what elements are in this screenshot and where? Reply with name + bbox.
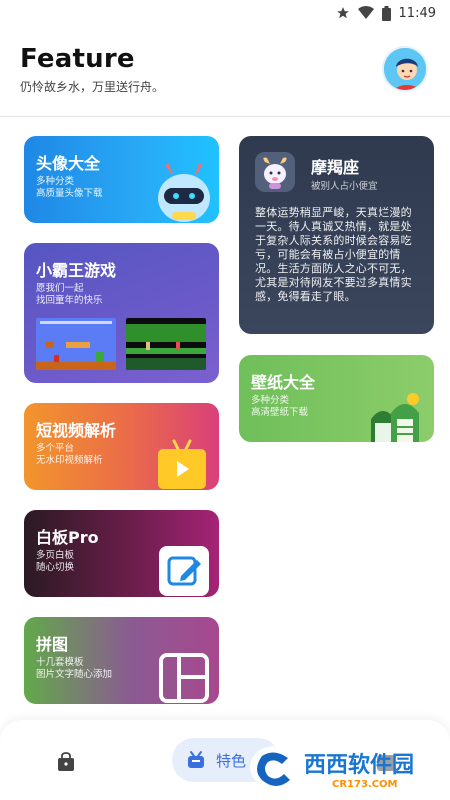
card-title: 拼图: [36, 635, 69, 654]
feature-icon: [188, 751, 204, 768]
battery-icon: [381, 5, 391, 21]
collage-card[interactable]: 拼图 十几套模板 图片文字随心添加: [24, 617, 219, 704]
card-desc-1: 多种分类: [36, 176, 75, 187]
card-desc-1: 十几套模板: [36, 657, 84, 668]
avatar-collection-card[interactable]: 头像大全 多种分类 高质量头像下载: [24, 136, 219, 223]
card-desc-1: 多页白板: [36, 550, 75, 561]
horoscope-card[interactable]: 摩羯座 被别人占小便宜 整体运势稍显严峻，天真烂漫的一天。待人真诚又热情，就是处…: [239, 136, 434, 334]
star-icon: [336, 6, 350, 20]
landscape-icon: [371, 393, 419, 442]
card-title: 白板Pro: [36, 528, 99, 547]
wallpaper-card[interactable]: 壁纸大全 多种分类 高清壁纸下载: [239, 355, 434, 442]
short-video-parser-card[interactable]: 短视频解析 多个平台 无水印视频解析: [24, 403, 219, 490]
clock-time: 11:49: [398, 5, 436, 21]
wifi-icon: [357, 6, 374, 20]
card-desc-2: 图片文字随心添加: [36, 669, 113, 680]
layout-grid-icon: [159, 653, 209, 703]
edit-icon: [159, 546, 209, 596]
card-title: 小霸王游戏: [36, 261, 117, 280]
horoscope-subtitle: 被别人占小便宜: [311, 181, 378, 192]
header: Feature 仍怜故乡水，万里送行舟。: [20, 44, 164, 95]
header-divider: [0, 116, 450, 117]
tab-feature-label: 特色: [216, 751, 247, 770]
contra-screenshot: [126, 318, 206, 370]
watermark-logo: 西西软件园 CR173.COM: [248, 740, 450, 792]
retro-game-card[interactable]: 小霸王游戏 愿我们一起 找回童年的快乐: [24, 243, 219, 383]
card-desc-2: 高质量头像下载: [36, 188, 103, 199]
horoscope-title: 摩羯座: [311, 158, 360, 177]
horoscope-text: 整体运势稍显严峻，天真烂漫的一天。待人真诚又热情，就是处于复杂人际关系的时候会容…: [255, 206, 412, 303]
watermark-url: CR173.COM: [332, 779, 398, 790]
card-desc-2: 高清壁纸下载: [251, 407, 309, 418]
mario-screenshot: [36, 318, 116, 370]
capricorn-goat-icon: [255, 152, 295, 192]
page-subtitle: 仍怜故乡水，万里送行舟。: [20, 80, 165, 94]
page-title: Feature: [20, 44, 135, 74]
avatar[interactable]: [382, 46, 428, 92]
watermark-text: 西西软件园: [304, 752, 414, 778]
card-desc-2: 无水印视频解析: [36, 455, 103, 466]
card-desc-1: 愿我们一起: [36, 283, 84, 294]
status-bar: 11:49: [0, 0, 450, 26]
robot-icon: [158, 164, 210, 222]
card-desc-2: 找回童年的快乐: [36, 295, 103, 306]
tv-play-icon: [158, 439, 206, 489]
card-title: 壁纸大全: [251, 373, 316, 392]
card-desc-1: 多种分类: [251, 395, 290, 406]
card-title: 头像大全: [36, 154, 101, 173]
card-desc-1: 多个平台: [36, 443, 75, 454]
card-title: 短视频解析: [36, 421, 117, 440]
card-desc-2: 随心切换: [36, 562, 75, 573]
whiteboard-pro-card[interactable]: 白板Pro 多页白板 随心切换: [24, 510, 219, 597]
bag-icon[interactable]: [56, 752, 76, 772]
game-screenshots: [36, 318, 206, 370]
